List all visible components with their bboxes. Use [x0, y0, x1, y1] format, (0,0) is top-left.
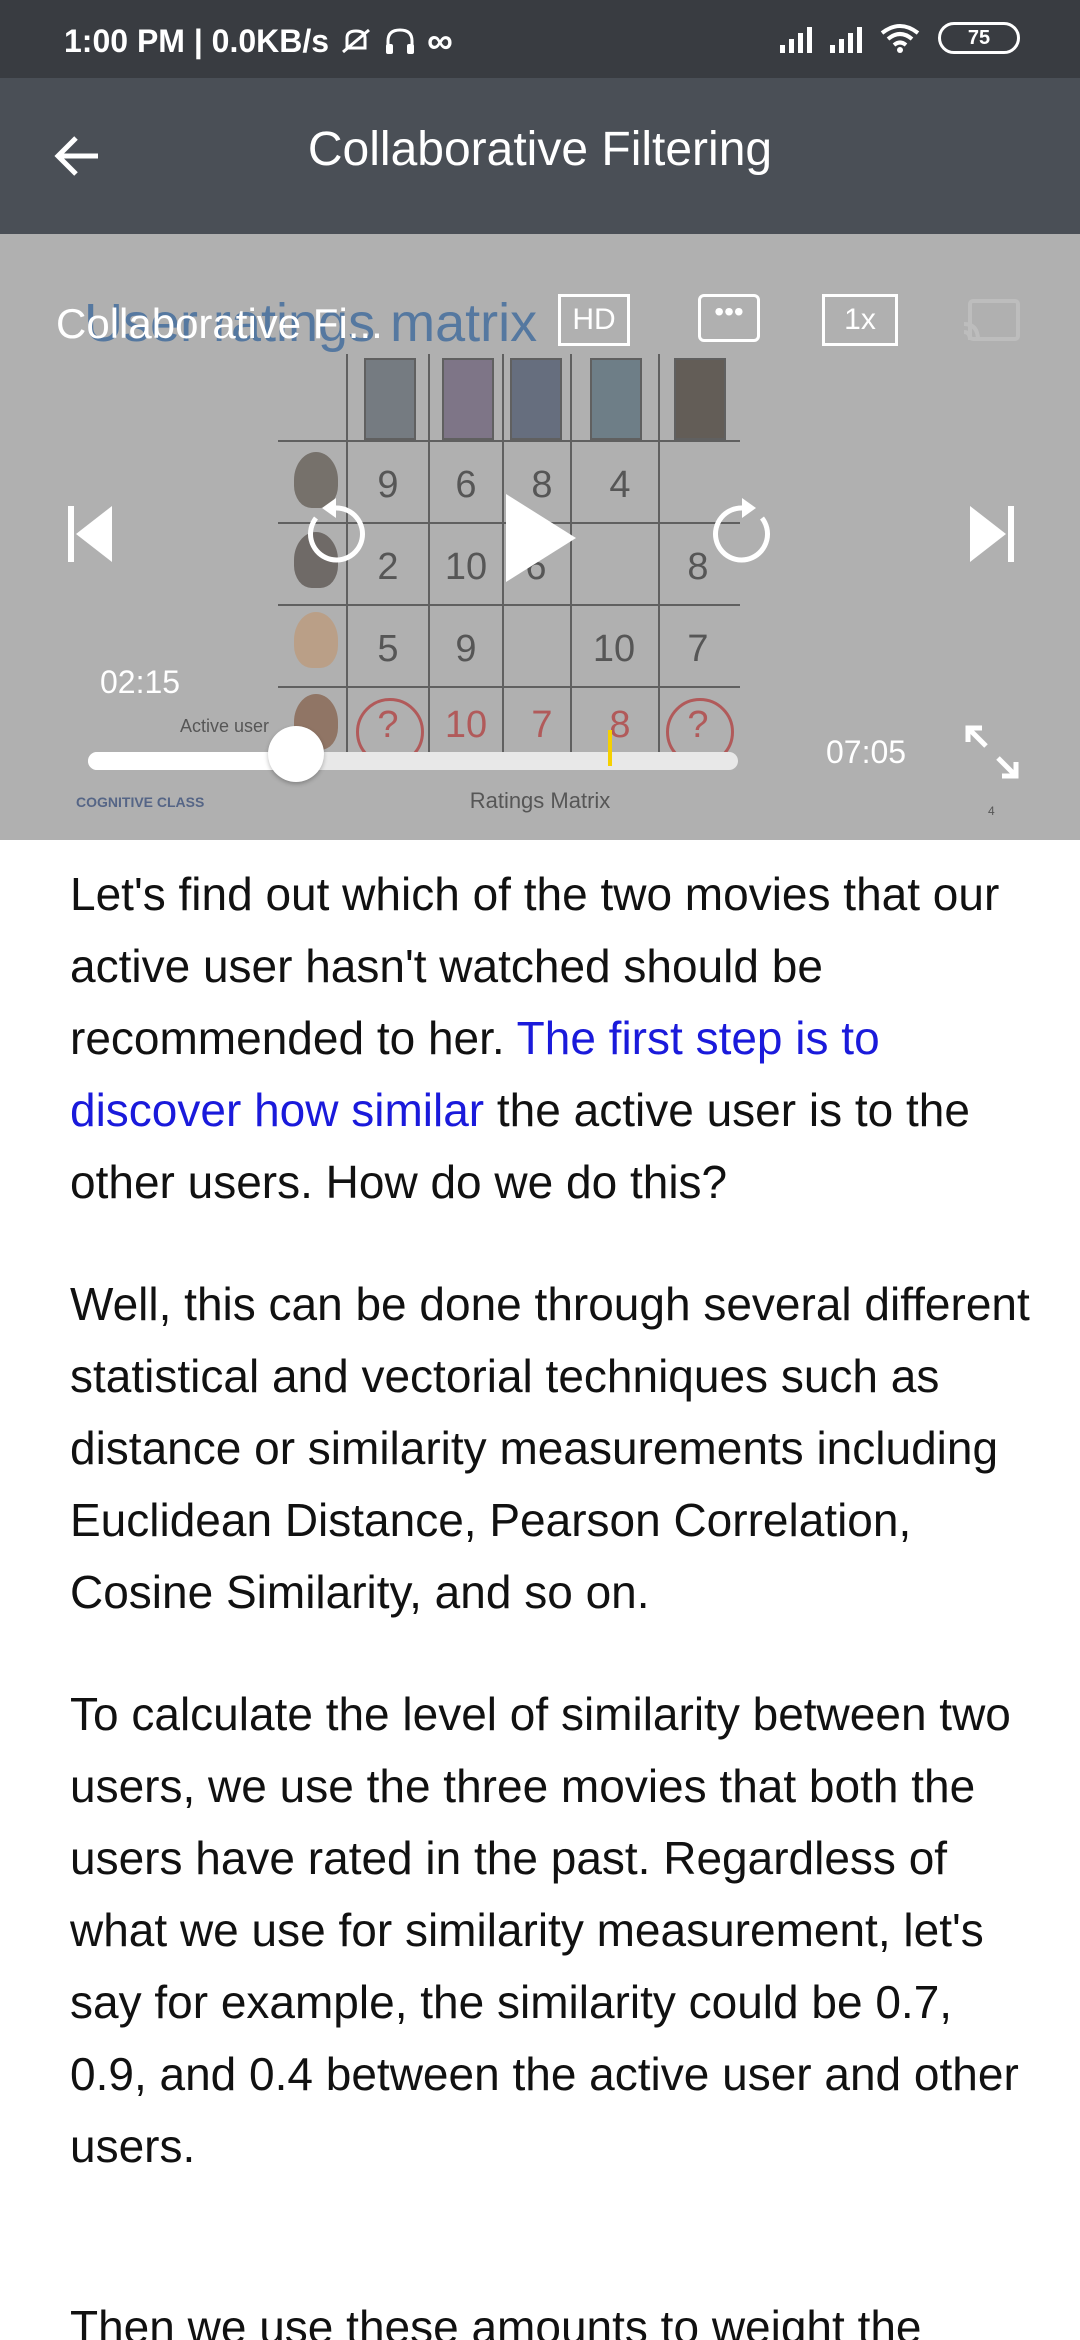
battery-level: 75: [967, 26, 991, 49]
video-title: Collaborative Fi...: [56, 300, 383, 347]
skip-next-icon[interactable]: [968, 504, 1016, 564]
play-icon[interactable]: [502, 492, 578, 584]
seek-bar-handle[interactable]: [268, 726, 324, 782]
page-title: Collaborative Filtering: [307, 123, 773, 176]
article-paragraph: Let's find out which of the two movies t…: [70, 858, 1030, 1218]
skip-previous-icon[interactable]: [66, 504, 114, 564]
infinity-icon: ∞: [427, 20, 453, 61]
status-bar: 1:00 PM | 0.0KB/s ∞ 75: [0, 0, 1080, 78]
rewind-icon[interactable]: [298, 496, 368, 570]
video-player[interactable]: User ratings matrix 9 6 8 4 2 10 6 8 5 9: [0, 234, 1080, 840]
fullscreen-icon[interactable]: [964, 724, 1020, 780]
mute-icon: [342, 28, 371, 54]
status-left: 1:00 PM | 0.0KB/s ∞: [64, 20, 453, 62]
headset-icon: [386, 28, 415, 54]
wifi-icon: [880, 24, 920, 53]
total-time: 07:05: [826, 734, 907, 770]
captions-button[interactable]: •••: [698, 294, 760, 342]
current-time: 02:15: [100, 664, 181, 700]
article-paragraph: To calculate the level of similarity bet…: [70, 1688, 1019, 2172]
hd-button[interactable]: HD: [558, 294, 630, 346]
signal-icon-1: [780, 23, 812, 53]
article-paragraph-partial: Then we use these amounts to weight the: [70, 2301, 922, 2340]
article-body: Let's find out which of the two movies t…: [70, 858, 1030, 2232]
playback-speed-button[interactable]: 1x: [822, 294, 898, 346]
seek-bar-progress: [88, 752, 296, 770]
cast-icon[interactable]: [962, 298, 1022, 344]
seek-bar[interactable]: [88, 752, 738, 770]
app-bar: Collaborative Filtering: [0, 78, 1080, 234]
status-time-speed: 1:00 PM | 0.0KB/s: [64, 22, 330, 59]
seek-bar-marker: [608, 730, 612, 766]
status-right: 75: [780, 22, 1020, 54]
signal-icon-2: [830, 23, 862, 53]
article-paragraph: Well, this can be done through several d…: [70, 1278, 1030, 1618]
battery-icon: 75: [938, 22, 1020, 54]
forward-icon[interactable]: [710, 496, 780, 570]
